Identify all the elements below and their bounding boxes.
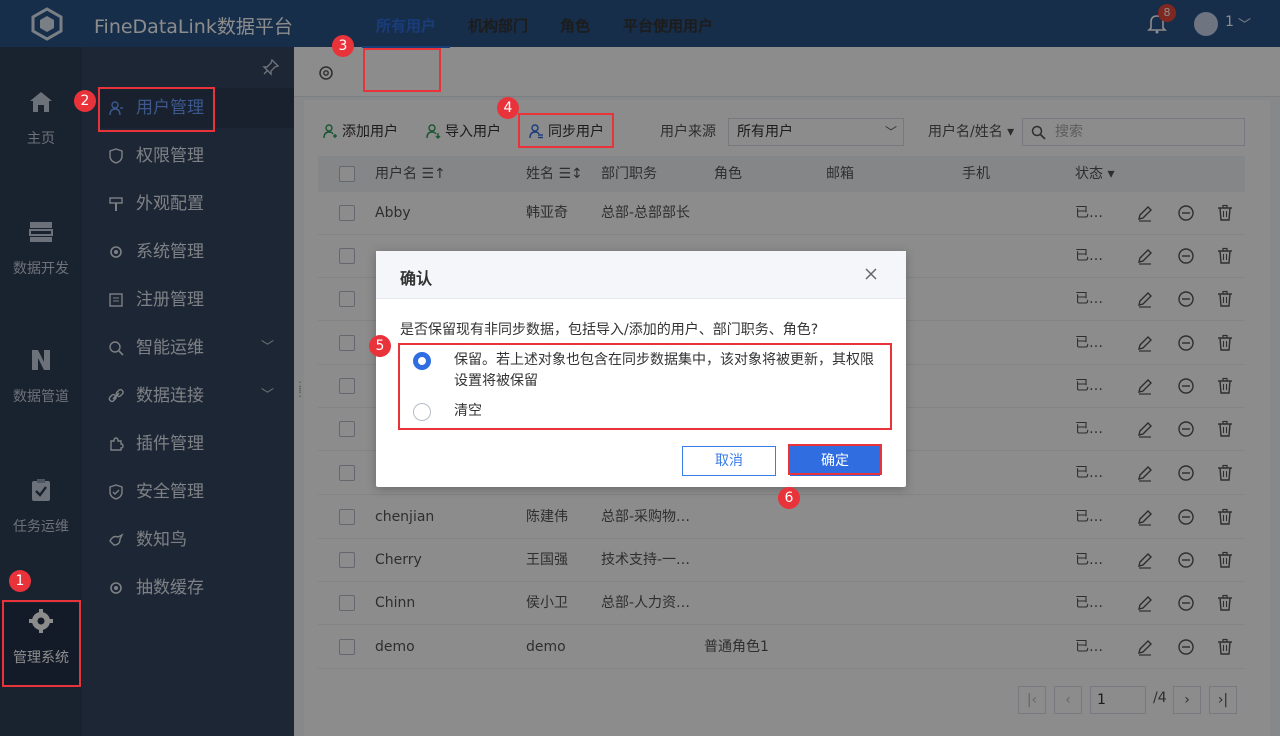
confirm-button[interactable]: 确定 <box>790 446 880 476</box>
step-number: 4 <box>497 97 519 119</box>
dialog-message: 是否保留现有非同步数据，包括导入/添加的用户、部门职务、角色? <box>400 322 819 338</box>
dialog-header <box>376 251 906 299</box>
clear-option-label[interactable]: 清空 <box>454 401 482 422</box>
clear-radio[interactable] <box>413 403 431 421</box>
confirm-dialog: 确认 是否保留现有非同步数据，包括导入/添加的用户、部门职务、角色? 保留。若上… <box>376 251 906 487</box>
dialog-title: 确认 <box>400 269 433 288</box>
step-number: 1 <box>9 570 31 592</box>
close-icon[interactable] <box>862 265 880 283</box>
step-number: 2 <box>74 90 96 112</box>
step-number: 5 <box>369 335 391 357</box>
step-number: 3 <box>332 35 354 57</box>
keep-radio[interactable] <box>413 352 431 370</box>
cancel-button[interactable]: 取消 <box>682 446 776 476</box>
keep-option-label[interactable]: 保留。若上述对象也包含在同步数据集中，该对象将被更新，其权限 设置将被保留 <box>454 350 874 392</box>
step-number: 6 <box>778 487 800 509</box>
